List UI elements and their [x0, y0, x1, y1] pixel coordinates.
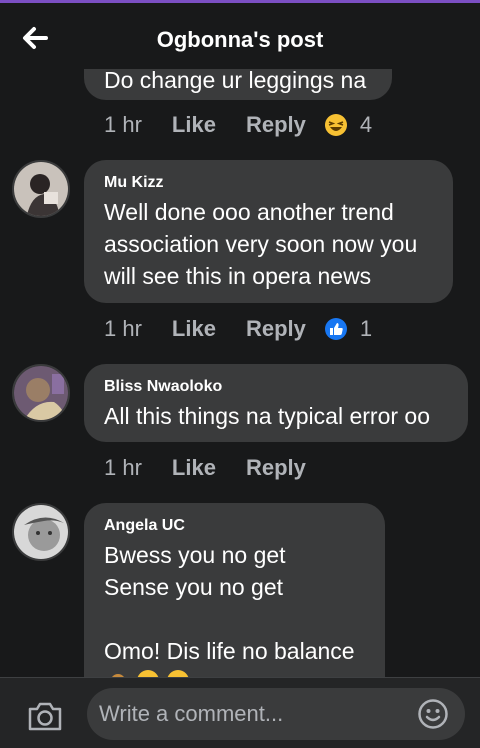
comment-text: All this things na typical error oo: [104, 403, 430, 429]
reply-button[interactable]: Reply: [246, 455, 306, 481]
reply-button[interactable]: Reply: [246, 316, 306, 342]
page-title: Ogbonna's post: [156, 27, 324, 52]
like-button[interactable]: Like: [172, 316, 216, 342]
commenter-name[interactable]: Bliss Nwaoloko: [104, 378, 448, 396]
like-button[interactable]: Like: [172, 455, 216, 481]
laughing-emoji-icon: [324, 114, 347, 136]
reaction-count: 1: [359, 316, 373, 341]
comment-meta: 1 hr Like Reply 1: [104, 316, 372, 342]
emoji-row: [106, 669, 190, 677]
commenter-name[interactable]: Mu Kizz: [104, 174, 433, 192]
comment-input-placeholder: Write a comment...: [99, 701, 284, 726]
camera-icon[interactable]: [26, 700, 64, 732]
commenter-name[interactable]: Angela UC: [104, 517, 365, 535]
avatar[interactable]: [12, 364, 70, 422]
comment-time: 1 hr: [104, 455, 142, 480]
comment-meta: 1 hr Like Reply: [104, 455, 336, 481]
comment-time: 1 hr: [104, 316, 142, 341]
avatar[interactable]: [12, 160, 70, 218]
emoji-picker-icon[interactable]: [417, 698, 449, 730]
face-emoji-icon: [167, 670, 189, 677]
like-button[interactable]: Like: [172, 112, 216, 138]
comment-time: 1 hr: [104, 112, 142, 137]
comment-text: Well done ooo another trend association …: [104, 199, 418, 289]
app-header: Ogbonna's post: [0, 3, 480, 69]
comment-bubble: Bliss Nwaoloko All this things na typica…: [84, 364, 468, 442]
comment-input[interactable]: Write a comment...: [87, 688, 465, 740]
like-thumb-icon: [324, 318, 347, 340]
comment-bubble: Mu Kizz Well done ooo another trend asso…: [84, 160, 453, 303]
face-emoji-icon: [137, 670, 159, 677]
comments-feed[interactable]: Do change ur leggings na 1 hr Like Reply…: [0, 0, 480, 677]
comment-bubble: Angela UC Bwess you no get Sense you no …: [84, 503, 385, 677]
comment-composer-bar: Write a comment...: [0, 677, 480, 748]
comment-text: Bwess you no get Sense you no get Omo! D…: [104, 542, 355, 664]
avatar[interactable]: [12, 503, 70, 561]
reply-button[interactable]: Reply: [246, 112, 306, 138]
comment-meta: 1 hr Like Reply 4: [104, 112, 372, 138]
reaction-count: 4: [359, 112, 373, 137]
hand-emoji-icon: [112, 674, 124, 677]
